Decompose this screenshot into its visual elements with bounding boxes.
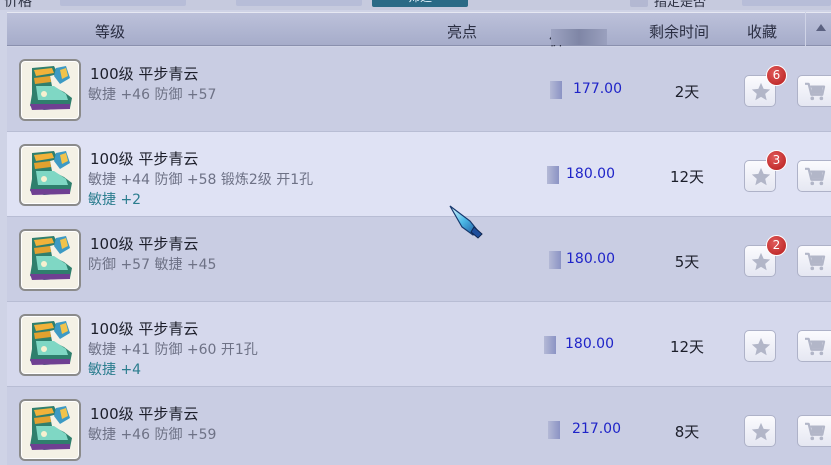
item-stats: 防御 +57 敏捷 +45 xyxy=(88,257,217,273)
buy-button[interactable] xyxy=(797,330,831,362)
favorite-count-badge: 3 xyxy=(766,150,787,171)
item-name: 100级 平步青云 xyxy=(90,150,199,168)
remaining-time: 8天 xyxy=(674,423,700,441)
boots-icon[interactable] xyxy=(19,399,81,461)
boots-icon[interactable] xyxy=(19,229,81,291)
item-name: 100级 平步青云 xyxy=(90,235,199,253)
listing-rows: 100级 平步青云 敏捷 +46 防御 +57 177.00 2天 6 100级… xyxy=(7,47,831,465)
favorite-button[interactable] xyxy=(744,330,776,362)
table-header: 等级 亮点 价 剩余时间 收藏 xyxy=(7,12,805,49)
filter-select[interactable] xyxy=(742,0,831,6)
favorite-count-badge: 2 xyxy=(766,235,787,256)
header-remaining-time[interactable]: 剩余时间 xyxy=(649,21,709,42)
favorite-count-badge: 6 xyxy=(766,65,787,86)
item-name: 100级 平步青云 xyxy=(90,405,199,423)
buy-button[interactable] xyxy=(797,160,831,192)
scroll-up-icon[interactable] xyxy=(816,24,826,31)
filter-checkbox-label: 指定是否 xyxy=(654,0,707,10)
filter-checkbox[interactable] xyxy=(630,0,648,7)
table-row[interactable]: 100级 平步青云 敏捷 +46 防御 +59 217.00 8天 xyxy=(7,387,831,465)
blurred-region xyxy=(551,29,607,45)
remaining-time: 2天 xyxy=(674,83,700,101)
item-name: 100级 平步青云 xyxy=(90,320,199,338)
boots-icon[interactable] xyxy=(19,59,81,121)
header-favorite: 收藏 xyxy=(747,23,778,41)
buy-button[interactable] xyxy=(797,245,831,277)
item-price: 177.00 xyxy=(573,81,622,97)
boots-icon[interactable] xyxy=(19,144,81,206)
item-price: 217.00 xyxy=(572,421,621,437)
price-min-input[interactable] xyxy=(60,0,186,6)
cursor-icon xyxy=(449,205,483,239)
filter-bar: 价格 筛选 指定是否 xyxy=(0,0,831,10)
item-price: 180.00 xyxy=(565,336,614,352)
table-row[interactable]: 100级 平步青云 敏捷 +46 防御 +57 177.00 2天 6 xyxy=(7,47,831,132)
item-extra-stat: 敏捷 +2 xyxy=(88,192,142,208)
item-extra-stat: 敏捷 +4 xyxy=(88,362,142,378)
buy-button[interactable] xyxy=(797,415,831,447)
header-highlight: 亮点 xyxy=(447,23,478,41)
buy-button[interactable] xyxy=(797,75,831,107)
table-row[interactable]: 100级 平步青云 防御 +57 敏捷 +45 180.00 5天 2 xyxy=(7,217,831,302)
price-blur xyxy=(548,421,560,439)
price-blur xyxy=(547,166,559,184)
favorite-button[interactable] xyxy=(744,415,776,447)
price-filter-label: 价格 xyxy=(4,0,32,10)
remaining-time: 5天 xyxy=(674,253,700,271)
item-stats: 敏捷 +41 防御 +60 开1孔 xyxy=(88,342,258,358)
item-price: 180.00 xyxy=(566,251,615,267)
header-level[interactable]: 等级 xyxy=(95,21,125,42)
remaining-time: 12天 xyxy=(669,168,705,186)
table-row[interactable]: 100级 平步青云 敏捷 +41 防御 +60 开1孔 敏捷 +4 180.00… xyxy=(7,302,831,387)
item-stats: 敏捷 +44 防御 +58 锻炼2级 开1孔 xyxy=(88,172,314,188)
price-blur xyxy=(544,336,556,354)
item-stats: 敏捷 +46 防御 +59 xyxy=(88,427,217,443)
price-blur xyxy=(549,251,561,269)
boots-icon[interactable] xyxy=(19,314,81,376)
table-row[interactable]: 100级 平步青云 敏捷 +44 防御 +58 锻炼2级 开1孔 敏捷 +2 1… xyxy=(7,132,831,217)
filter-button[interactable]: 筛选 xyxy=(372,0,468,7)
price-blur xyxy=(550,81,562,99)
item-name: 100级 平步青云 xyxy=(90,65,199,83)
remaining-time: 12天 xyxy=(669,338,705,356)
market-listing-panel: 价格 筛选 指定是否 等级 亮点 价 剩余时间 收藏 100级 平步青云 敏捷 … xyxy=(0,0,831,465)
price-max-input[interactable] xyxy=(236,0,362,6)
item-stats: 敏捷 +46 防御 +57 xyxy=(88,87,217,103)
item-price: 180.00 xyxy=(566,166,615,182)
